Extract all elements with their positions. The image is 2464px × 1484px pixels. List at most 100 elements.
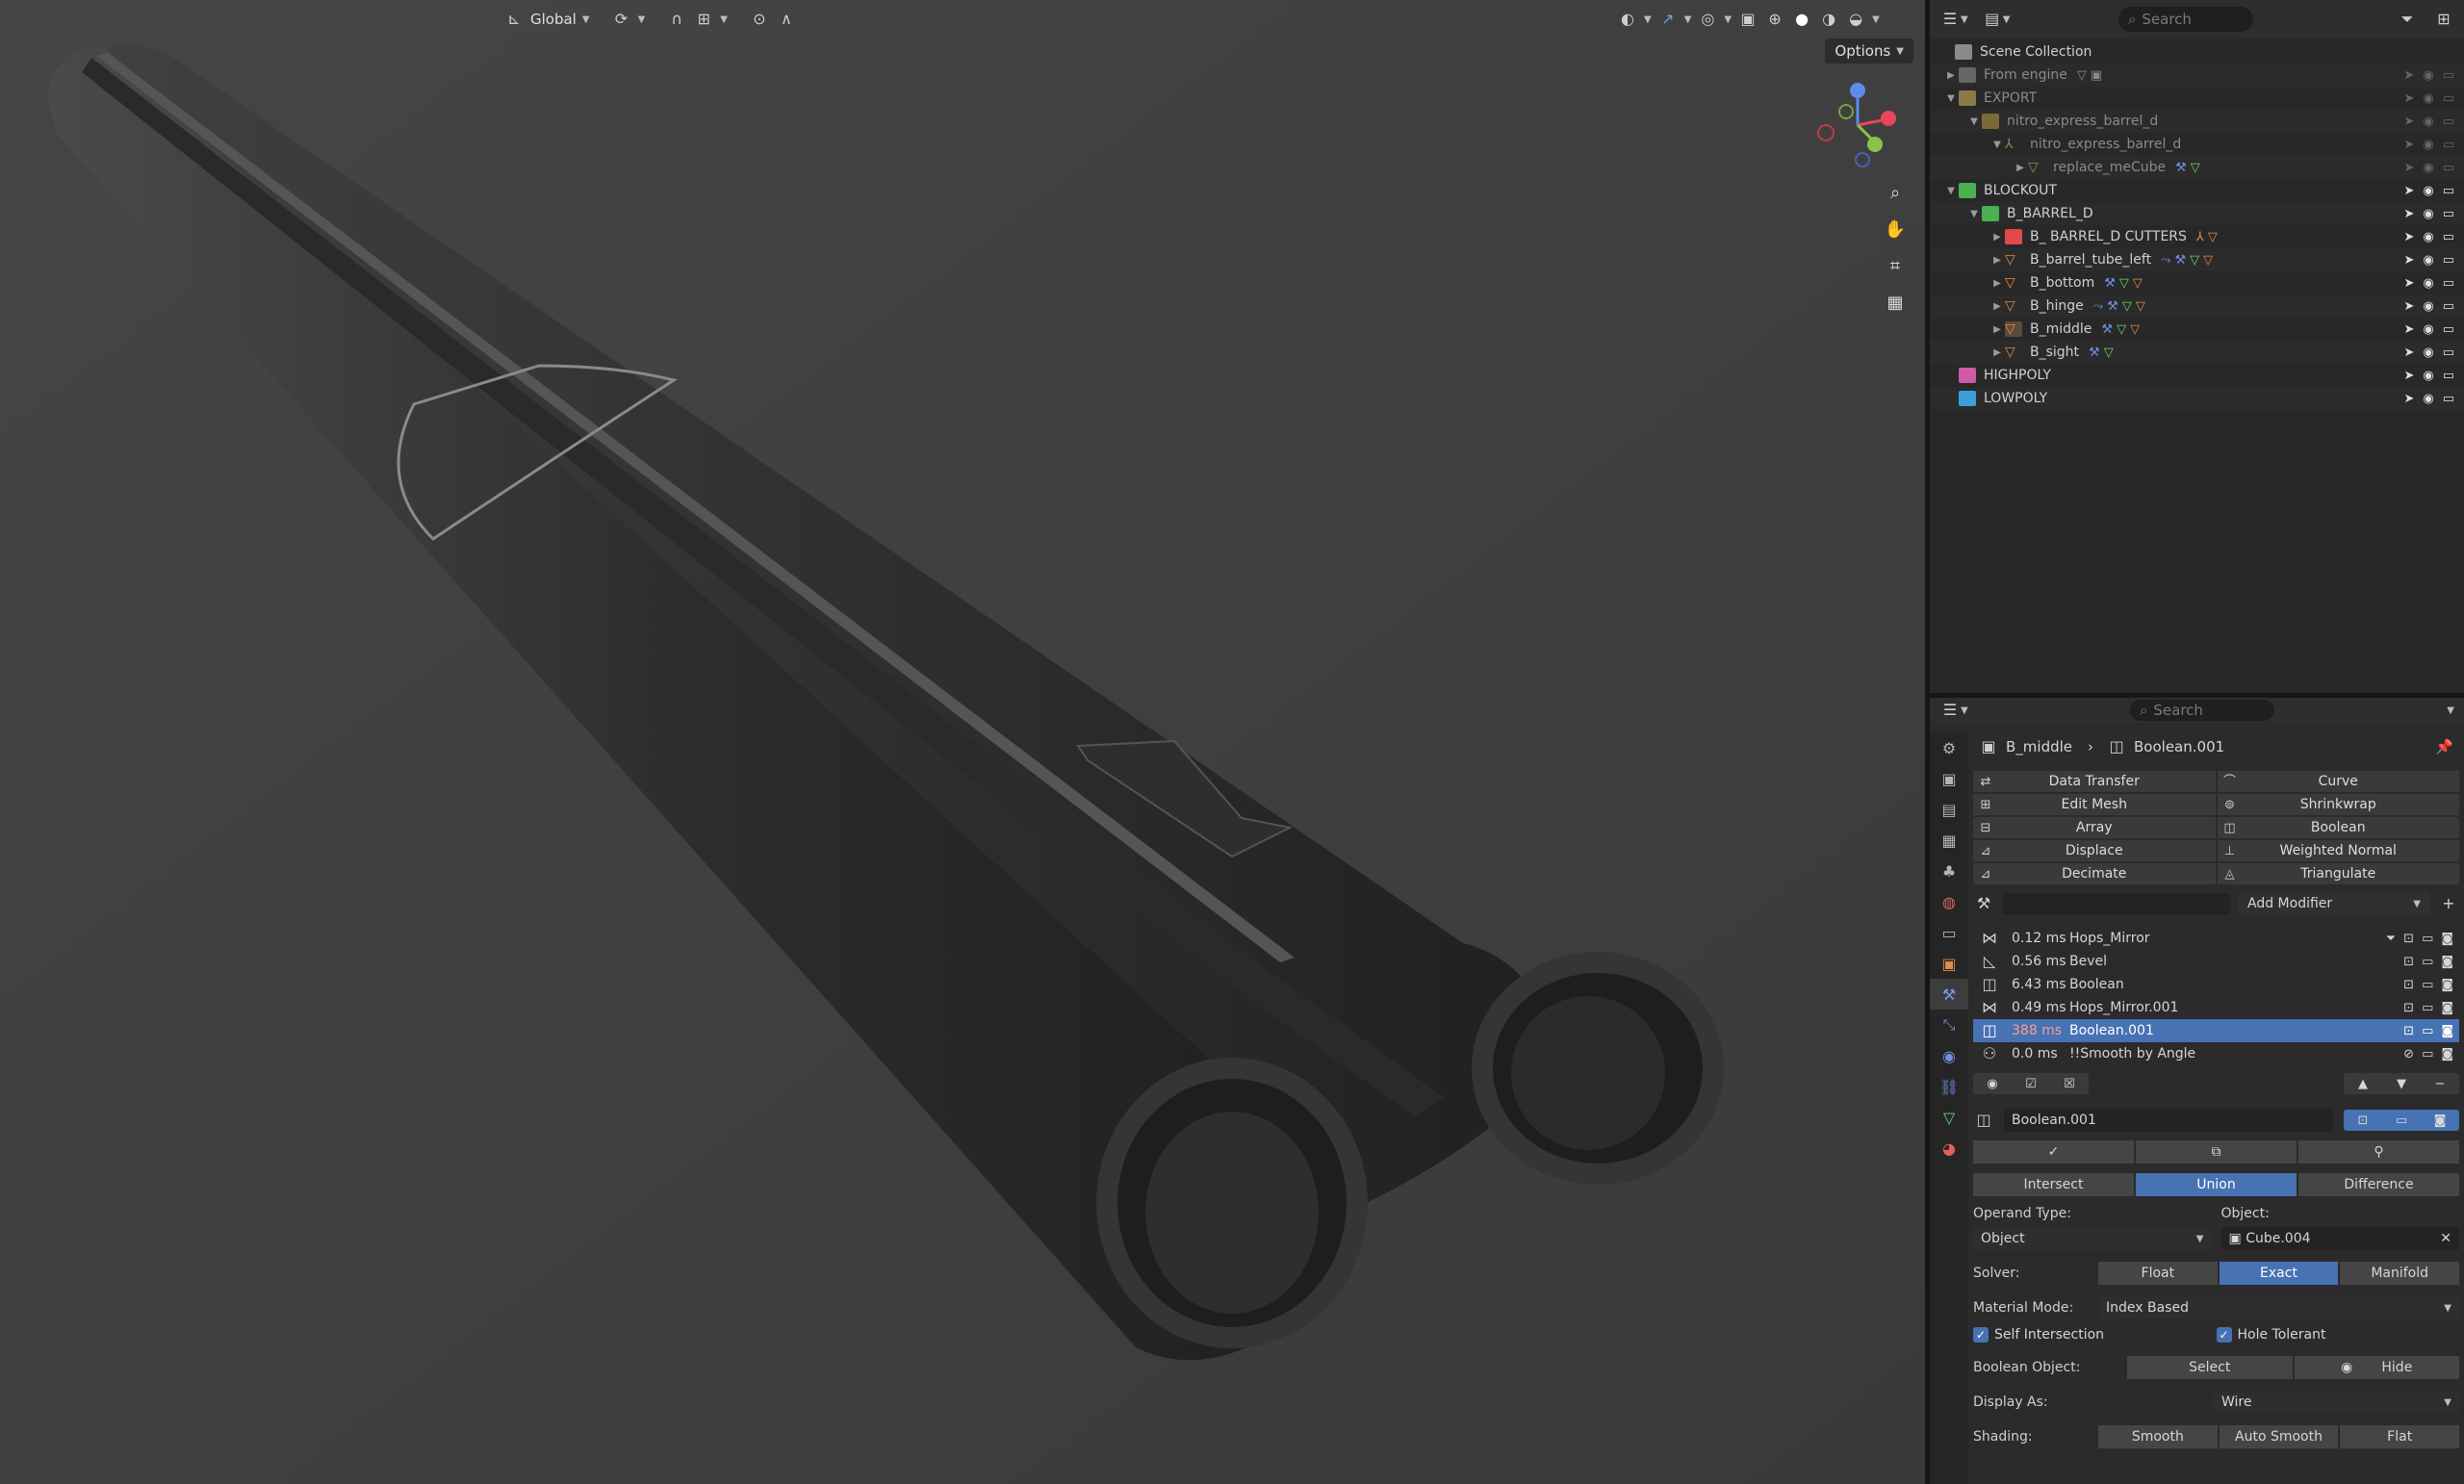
viewport-icon[interactable]: ▭: [2422, 1001, 2433, 1015]
modifier-row-selected[interactable]: ◫ 388 ms Boolean.001 ⊡ ▭ ◙: [1973, 1019, 2459, 1042]
eye-icon[interactable]: ◉: [2423, 161, 2433, 175]
edit-mode-icon[interactable]: ⊡: [2403, 955, 2414, 969]
render-camera-icon[interactable]: ◙: [2441, 1024, 2453, 1038]
tree-row-nitro-armature[interactable]: ▼ ⅄ nitro_express_barrel_d ➤ ◉ ▭: [1930, 133, 2464, 156]
intersect-button[interactable]: Intersect: [1973, 1173, 2134, 1196]
collapse-arrow-icon[interactable]: ▼: [1943, 186, 1959, 196]
render-camera-icon[interactable]: ◙: [2441, 955, 2453, 969]
render-tab-icon[interactable]: ▣: [1930, 763, 1968, 794]
tree-row-blockout[interactable]: ▼ BLOCKOUT ➤ ◉ ▭: [1930, 179, 2464, 202]
edit-mode-icon[interactable]: ⊡: [2403, 1001, 2414, 1015]
tree-row-nitro-collection[interactable]: ▼ nitro_express_barrel_d ➤ ◉ ▭: [1930, 110, 2464, 133]
tree-row-export[interactable]: ▼ EXPORT ➤ ◉ ▭: [1930, 87, 2464, 110]
hole-tolerant-checkbox[interactable]: ✓ Hole Tolerant: [2216, 1327, 2460, 1343]
viewport-icon[interactable]: ▭: [2422, 978, 2433, 992]
select-button[interactable]: Select: [2127, 1356, 2293, 1379]
eye-icon[interactable]: ◉: [2423, 115, 2433, 129]
pin-button[interactable]: ⚲: [2298, 1140, 2459, 1164]
funnel-icon[interactable]: ⏷: [2386, 932, 2396, 946]
render-icon[interactable]: ▭: [2443, 207, 2454, 221]
eye-icon[interactable]: ◉: [2423, 184, 2433, 198]
select-icon[interactable]: ➤: [2403, 115, 2414, 129]
expand-arrow-icon[interactable]: ▶: [1989, 255, 2005, 266]
expand-arrow-icon[interactable]: ▶: [1943, 70, 1959, 81]
flat-shading-button[interactable]: Flat: [2340, 1425, 2460, 1448]
displace-button[interactable]: ⊿ Displace: [1973, 840, 2216, 861]
pan-hand-icon[interactable]: ✋: [1880, 214, 1911, 244]
overlays-icon[interactable]: ◎: [1697, 9, 1718, 30]
tree-row-lowpoly[interactable]: LOWPOLY ➤ ◉ ▭: [1930, 387, 2464, 410]
eye-icon[interactable]: ◉: [2423, 138, 2433, 152]
remove-icon[interactable]: −: [2421, 1077, 2459, 1091]
expand-arrow-icon[interactable]: ▶: [2013, 163, 2028, 173]
gizmo-icon[interactable]: ↗: [1657, 9, 1679, 30]
modifier-row[interactable]: ⋈ 0.49 ms Hops_Mirror.001 ⊡ ▭ ◙: [1973, 996, 2459, 1019]
delete-all-icon[interactable]: ☒: [2050, 1077, 2089, 1091]
manifold-solver-button[interactable]: Manifold: [2340, 1262, 2460, 1285]
render-camera-icon[interactable]: ◙: [2441, 932, 2453, 946]
transform-orientation-dropdown[interactable]: ⊾ Global ▼: [496, 6, 598, 33]
tree-row-barrel-tube-left[interactable]: ▶ ▽ B_barrel_tube_left ⤳ ⚒ ▽ ▽ ➤ ◉ ▭: [1930, 248, 2464, 271]
eye-icon[interactable]: ◉: [2423, 299, 2433, 314]
tree-row-barrel-cutters[interactable]: ▶ B_ BARREL_D CUTTERS ⅄ ▽ ➤ ◉ ▭: [1930, 225, 2464, 248]
world-tab-icon[interactable]: ◍: [1930, 886, 1968, 917]
particles-tab-icon[interactable]: ⤡: [1930, 1010, 1968, 1040]
object-tab-icon[interactable]: ▣: [1930, 948, 1968, 979]
render-icon[interactable]: ▭: [2443, 299, 2454, 314]
editor-type-icon[interactable]: ☰: [1939, 700, 1961, 721]
proportional-editing-toggle[interactable]: ⊙ ∧: [741, 6, 805, 33]
edit-mode-icon[interactable]: ⊡: [2403, 978, 2414, 992]
eye-icon[interactable]: ◉: [2423, 322, 2433, 337]
triangulate-button[interactable]: ◬ Triangulate: [2217, 863, 2459, 884]
filter-icon[interactable]: ⏷: [2397, 9, 2418, 30]
navigation-gizmo[interactable]: [1810, 77, 1906, 173]
add-modifier-dropdown[interactable]: Add Modifier ▼: [2238, 892, 2430, 915]
edit-mode-icon[interactable]: ⊡: [2403, 1024, 2414, 1038]
render-icon[interactable]: ▭: [2443, 276, 2454, 291]
select-icon[interactable]: ➤: [2403, 392, 2414, 406]
difference-button[interactable]: Difference: [2298, 1173, 2459, 1196]
select-icon[interactable]: ➤: [2403, 299, 2414, 314]
render-icon[interactable]: ▭: [2443, 345, 2454, 360]
constraints-tab-icon[interactable]: ⛓: [1930, 1071, 1968, 1102]
eye-icon[interactable]: ◉: [2423, 369, 2433, 383]
outliner-search-input[interactable]: ⌕ Search: [2118, 7, 2253, 32]
eye-icon[interactable]: ◉: [2423, 345, 2433, 360]
exact-solver-button[interactable]: Exact: [2219, 1262, 2339, 1285]
viewport-icon[interactable]: ▭: [2422, 1047, 2433, 1062]
options-button[interactable]: Options ▼: [1825, 38, 1913, 64]
modifier-row[interactable]: ◫ 6.43 ms Boolean ⊡ ▭ ◙: [1973, 973, 2459, 996]
material-tab-icon[interactable]: ◕: [1930, 1133, 1968, 1164]
edit-mode-icon[interactable]: ⊘: [2403, 1047, 2414, 1062]
boolean-button[interactable]: ◫ Boolean: [2217, 817, 2459, 838]
render-camera-icon[interactable]: ◙: [2421, 1113, 2459, 1128]
select-icon[interactable]: ➤: [2403, 230, 2414, 244]
select-icon[interactable]: ➤: [2403, 207, 2414, 221]
solid-shading-icon[interactable]: ●: [1791, 9, 1812, 30]
edit-mesh-button[interactable]: ⊞ Edit Mesh: [1973, 794, 2216, 815]
render-icon[interactable]: ▭: [2443, 115, 2454, 129]
render-icon[interactable]: ▭: [2443, 392, 2454, 406]
tree-row-b-hinge[interactable]: ▶ ▽ B_hinge ⤳ ⚒ ▽ ▽ ➤ ◉ ▭: [1930, 294, 2464, 318]
viewport-icon[interactable]: ▭: [2422, 955, 2433, 969]
curve-button[interactable]: ⌒ Curve: [2217, 771, 2459, 792]
material-shading-icon[interactable]: ◑: [1818, 9, 1839, 30]
tree-row-replace-mecube[interactable]: ▶ ▽ replace_meCube ⚒ ▽ ➤ ◉ ▭: [1930, 156, 2464, 179]
clear-icon[interactable]: ✕: [2440, 1231, 2451, 1246]
modifier-filter-field[interactable]: [2002, 893, 2230, 914]
modifier-tab-icon[interactable]: ⚒: [1930, 979, 1968, 1010]
pivot-point-dropdown[interactable]: ⟳ ▼: [603, 6, 654, 33]
render-camera-icon[interactable]: ◙: [2441, 1001, 2453, 1015]
render-icon[interactable]: ▭: [2443, 161, 2454, 175]
grid-view-icon[interactable]: ▦: [1880, 287, 1911, 318]
render-icon[interactable]: ▭: [2443, 253, 2454, 268]
array-button[interactable]: ⊟ Array: [1973, 817, 2216, 838]
union-button[interactable]: Union: [2136, 1173, 2297, 1196]
xray-icon[interactable]: ▣: [1737, 9, 1758, 30]
snap-toggle[interactable]: ∩ ⊞ ▼: [658, 6, 735, 33]
viewport-icon[interactable]: ▭: [2382, 1113, 2421, 1128]
show-icon[interactable]: ◉: [1973, 1077, 2012, 1091]
render-icon[interactable]: ▭: [2443, 68, 2454, 83]
eye-icon[interactable]: ◉: [2423, 253, 2433, 268]
view-layer-tab-icon[interactable]: ▦: [1930, 825, 1968, 856]
